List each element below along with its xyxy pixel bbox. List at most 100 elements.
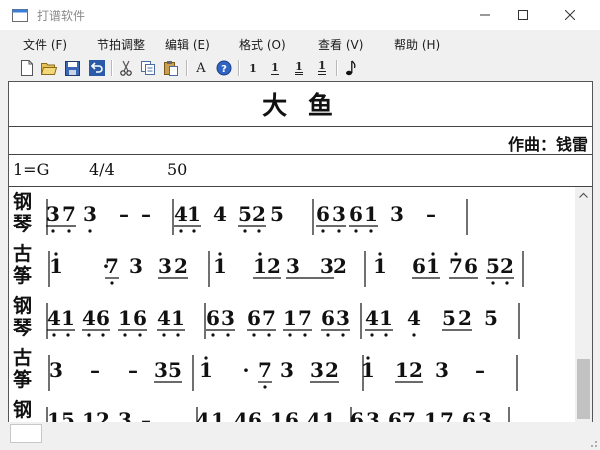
score-note[interactable]: 7 bbox=[402, 408, 416, 422]
score-note[interactable]: – bbox=[128, 358, 138, 382]
score-note[interactable]: 3 bbox=[390, 202, 404, 226]
score-note[interactable]: 6 bbox=[133, 306, 147, 330]
score-note[interactable]: 4 bbox=[157, 306, 171, 330]
score-note[interactable]: 3 bbox=[320, 254, 334, 278]
score-area[interactable]: 钢琴古筝钢琴古筝钢 3 7 3– –4 1 4 5 2 5 6 3 6 1 3–1 · 7 3 3 2 1 1 2 3 3 2 1… bbox=[9, 187, 574, 422]
score-note[interactable]: 7 bbox=[258, 358, 272, 382]
score-note[interactable]: 1 bbox=[213, 254, 227, 278]
score-note[interactable]: 5 bbox=[442, 306, 456, 330]
score-note[interactable]: 3 bbox=[129, 254, 143, 278]
score-note[interactable]: 4 bbox=[234, 408, 248, 422]
note-underline-button[interactable]: 1 bbox=[266, 59, 284, 77]
score-note[interactable]: 6 bbox=[285, 408, 299, 422]
score-note[interactable]: 3 bbox=[366, 408, 380, 422]
vertical-scrollbar[interactable] bbox=[575, 187, 592, 422]
font-button[interactable]: A bbox=[192, 59, 210, 77]
score-note[interactable]: 4 bbox=[213, 202, 227, 226]
score-note[interactable]: 1 bbox=[47, 408, 61, 422]
score-note[interactable]: 3 bbox=[154, 358, 168, 382]
score-note[interactable]: 1 bbox=[283, 306, 297, 330]
menu-edit[interactable]: 编辑 (E) bbox=[165, 36, 210, 53]
score-note[interactable]: 2 bbox=[458, 306, 472, 330]
score-note[interactable]: 7 bbox=[262, 306, 276, 330]
score-note[interactable]: 6 bbox=[412, 254, 426, 278]
score-note[interactable]: 1 bbox=[118, 306, 132, 330]
score-note[interactable]: 1 bbox=[82, 408, 96, 422]
score-note[interactable]: 1 bbox=[379, 306, 393, 330]
score-note[interactable]: 2 bbox=[500, 254, 514, 278]
scroll-thumb[interactable] bbox=[577, 359, 590, 419]
score-note[interactable]: 3 bbox=[49, 358, 63, 382]
score-note[interactable]: 1 bbox=[187, 202, 201, 226]
score-note[interactable]: 4 bbox=[407, 306, 421, 330]
score-note[interactable]: – bbox=[426, 202, 436, 226]
score-note[interactable]: 2 bbox=[96, 408, 110, 422]
score-note[interactable]: 5 bbox=[168, 358, 182, 382]
score-note[interactable]: – bbox=[119, 202, 129, 226]
score-note[interactable]: 2 bbox=[409, 358, 423, 382]
tempo[interactable]: 50 bbox=[167, 160, 187, 179]
score-note[interactable]: 2 bbox=[174, 254, 188, 278]
score-note[interactable]: 1 bbox=[211, 408, 225, 422]
score-note[interactable]: 3 bbox=[118, 408, 132, 422]
score-note[interactable]: 5 bbox=[61, 408, 75, 422]
maximize-button[interactable] bbox=[500, 0, 546, 30]
score-note[interactable]: 3 bbox=[286, 254, 300, 278]
score-note[interactable]: 1 bbox=[395, 358, 409, 382]
score-note[interactable]: 3 bbox=[221, 306, 235, 330]
score-note[interactable]: 3 bbox=[83, 202, 97, 226]
score-note[interactable]: 7 bbox=[105, 254, 119, 278]
score-note[interactable]: 2 bbox=[333, 254, 347, 278]
score-note[interactable]: 6 bbox=[462, 408, 476, 422]
score-note[interactable]: 4 bbox=[47, 306, 61, 330]
open-button[interactable] bbox=[40, 59, 58, 77]
score-note[interactable]: 1 bbox=[426, 254, 440, 278]
time-signature[interactable]: 4/4 bbox=[89, 160, 115, 179]
score-note[interactable]: 2 bbox=[267, 254, 281, 278]
score-note[interactable]: 4 bbox=[307, 408, 321, 422]
score-note[interactable]: 5 bbox=[270, 202, 284, 226]
score-note[interactable]: 1 bbox=[49, 254, 63, 278]
score-note[interactable]: 6 bbox=[321, 306, 335, 330]
menu-beat-adjust[interactable]: 节拍调整 bbox=[97, 36, 145, 53]
score-note[interactable]: 4 bbox=[174, 202, 188, 226]
score-note[interactable]: – bbox=[475, 358, 485, 382]
score-note[interactable]: 2 bbox=[252, 202, 266, 226]
score-note[interactable]: 6 bbox=[96, 306, 110, 330]
score-note[interactable]: 3 bbox=[310, 358, 324, 382]
score-note[interactable]: 7 bbox=[449, 254, 463, 278]
score-note[interactable]: 3 bbox=[435, 358, 449, 382]
close-button[interactable] bbox=[547, 0, 593, 30]
score-note[interactable]: 6 bbox=[350, 408, 364, 422]
score-note[interactable]: 6 bbox=[316, 202, 330, 226]
score-note[interactable]: 1 bbox=[322, 408, 336, 422]
score-note[interactable]: 5 bbox=[238, 202, 252, 226]
score-note[interactable]: 2 bbox=[325, 358, 339, 382]
menu-view[interactable]: 查看 (V) bbox=[318, 36, 363, 53]
score-note[interactable]: 1 bbox=[364, 202, 378, 226]
score-note[interactable]: 6 bbox=[206, 306, 220, 330]
help-button[interactable]: ? bbox=[215, 59, 233, 77]
composer-text[interactable]: 作曲：钱雷 bbox=[508, 131, 588, 155]
song-title[interactable]: 大 鱼 bbox=[9, 82, 592, 127]
score-note[interactable]: 1 bbox=[373, 254, 387, 278]
score-note[interactable]: 7 bbox=[298, 306, 312, 330]
score-note[interactable]: 4 bbox=[365, 306, 379, 330]
score-note[interactable]: 1 bbox=[424, 408, 438, 422]
score-note[interactable]: 1 bbox=[61, 306, 75, 330]
menu-file[interactable]: 文件 (F) bbox=[23, 36, 67, 53]
score-note[interactable]: 7 bbox=[440, 408, 454, 422]
score-note[interactable]: 6 bbox=[464, 254, 478, 278]
score-note[interactable]: 6 bbox=[247, 306, 261, 330]
score-note[interactable]: 1 bbox=[171, 306, 185, 330]
score-note[interactable]: – bbox=[141, 408, 151, 422]
score-note[interactable]: 6 bbox=[349, 202, 363, 226]
note-double-underline-button[interactable]: 1 bbox=[290, 59, 308, 77]
menu-help[interactable]: 帮助 (H) bbox=[394, 36, 440, 53]
score-note[interactable]: – bbox=[141, 202, 151, 226]
new-file-button[interactable] bbox=[18, 59, 36, 77]
score-note[interactable]: · bbox=[243, 358, 250, 382]
score-note[interactable]: 3 bbox=[336, 306, 350, 330]
menu-format[interactable]: 格式 (O) bbox=[239, 36, 286, 53]
score-note[interactable]: 1 bbox=[253, 254, 267, 278]
